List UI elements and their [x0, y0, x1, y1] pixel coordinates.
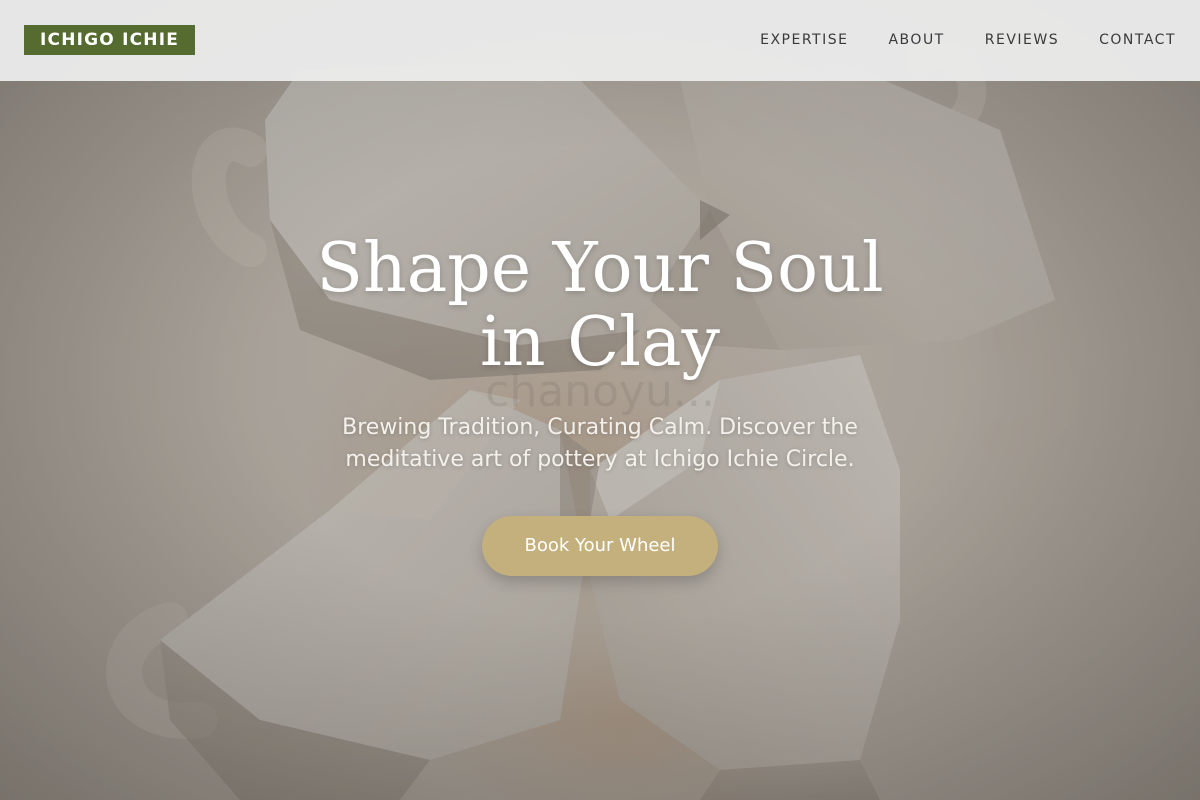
nav-link-reviews[interactable]: REVIEWS	[985, 32, 1059, 48]
nav-item-expertise: EXPERTISE	[760, 28, 848, 52]
nav-item-reviews: REVIEWS	[985, 28, 1059, 52]
nav-item-about: ABOUT	[888, 28, 944, 52]
site-header: ICHIGO ICHIE EXPERTISE ABOUT REVIEWS CON…	[0, 0, 1200, 81]
hero-subtitle: Brewing Tradition, Curating Calm. Discov…	[342, 415, 858, 472]
nav-link-contact[interactable]: CONTACT	[1099, 32, 1176, 48]
main-nav: EXPERTISE ABOUT REVIEWS CONTACT	[760, 28, 1176, 52]
hero-title-line-1: Shape Your Soul	[316, 229, 884, 308]
hero-title-line-2: in Clay	[480, 303, 720, 382]
hero-content: Shape Your Soul in Clay Brewing Traditio…	[300, 232, 900, 576]
logo[interactable]: ICHIGO ICHIE	[24, 25, 196, 55]
nav-link-about[interactable]: ABOUT	[888, 32, 944, 48]
book-your-wheel-button[interactable]: Book Your Wheel	[482, 516, 718, 576]
nav-item-contact: CONTACT	[1099, 28, 1176, 52]
nav-link-expertise[interactable]: EXPERTISE	[760, 32, 848, 48]
hero-title: Shape Your Soul in Clay	[300, 232, 900, 380]
